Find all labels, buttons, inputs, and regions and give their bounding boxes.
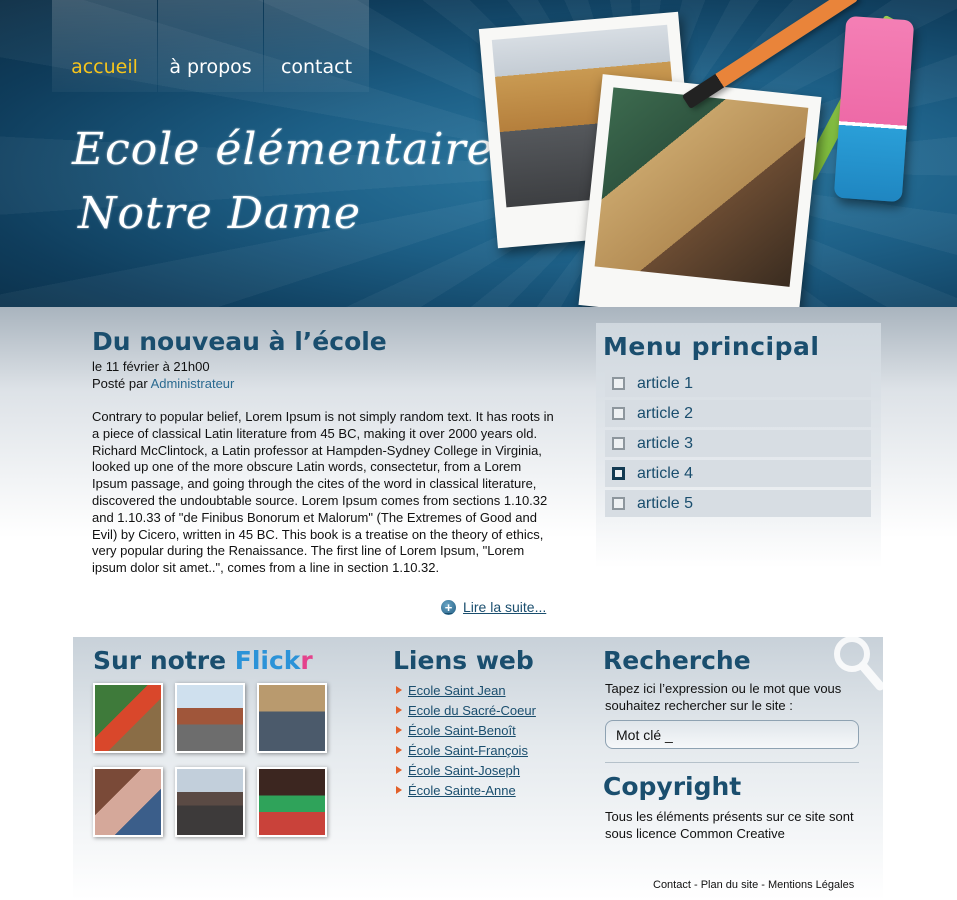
search-description: Tapez ici l’expression ou le mot que vou… — [605, 681, 842, 713]
main-nav: accueil à propos contact — [52, 0, 370, 92]
header: accueil à propos contact Ecole élémentai… — [0, 0, 957, 307]
flickr-thumbnail[interactable] — [257, 683, 327, 753]
menu-item-article-3[interactable]: article 3 — [605, 430, 871, 457]
list-item: Ecole Saint Jean — [396, 680, 536, 700]
site-title-line2: Notre Dame — [78, 188, 362, 239]
list-item: École Saint-Joseph — [396, 760, 536, 780]
checkbox-icon — [612, 467, 625, 480]
link-ecole-sainte-anne[interactable]: École Sainte-Anne — [408, 783, 516, 798]
search-title: Recherche — [603, 646, 751, 675]
footer-separator: - — [758, 879, 768, 891]
menu-item-label: article 4 — [637, 464, 694, 482]
flickr-title: Sur notre Flickr — [93, 646, 313, 675]
footer-separator: - — [690, 879, 701, 891]
checkbox-icon — [612, 437, 625, 450]
nav-item-accueil[interactable]: accueil — [52, 0, 157, 92]
copyright-text: Tous les éléments présents sur ce site s… — [605, 809, 854, 841]
menu-title: Menu principal — [603, 332, 820, 361]
menu-item-article-1[interactable]: article 1 — [605, 370, 871, 397]
arrow-icon — [396, 786, 402, 794]
flickr-title-prefix: Sur notre — [93, 646, 235, 675]
eraser-illustration — [833, 15, 915, 203]
site-title: Ecole élémentaire Notre Dame — [72, 118, 494, 246]
flickr-gallery — [93, 683, 327, 837]
site-title-line1: Ecole élémentaire — [72, 124, 494, 175]
list-item: Ecole du Sacré-Coeur — [396, 700, 536, 720]
article: Du nouveau à l’école le 11 février à 21h… — [92, 327, 557, 577]
link-ecole-saint-benoit[interactable]: École Saint-Benoît — [408, 723, 516, 738]
search-input[interactable] — [605, 720, 859, 749]
article-date: le 11 février à 21h00 — [92, 359, 210, 374]
flickr-thumbnail[interactable] — [93, 767, 163, 837]
footer-link-contact[interactable]: Contact — [653, 879, 691, 891]
list-item: École Sainte-Anne — [396, 780, 536, 800]
arrow-icon — [396, 726, 402, 734]
menu-item-article-5[interactable]: article 5 — [605, 490, 871, 517]
arrow-icon — [396, 686, 402, 694]
menu-item-label: article 2 — [637, 404, 694, 422]
footer-link-sitemap[interactable]: Plan du site — [701, 879, 758, 891]
article-author-link[interactable]: Administrateur — [151, 376, 235, 391]
flickr-thumbnail[interactable] — [175, 767, 245, 837]
article-title: Du nouveau à l’école — [92, 327, 387, 356]
list-item: École Saint-François — [396, 740, 536, 760]
checkbox-icon — [612, 407, 625, 420]
footer-links: Contact - Plan du site - Mentions Légale… — [653, 879, 854, 891]
plus-icon: + — [441, 599, 456, 615]
menu-item-article-2[interactable]: article 2 — [605, 400, 871, 427]
flickr-title-r: r — [300, 646, 313, 675]
liens-web-list: Ecole Saint Jean Ecole du Sacré-Coeur Éc… — [396, 680, 536, 800]
flickr-thumbnail[interactable] — [257, 767, 327, 837]
menu-item-label: article 3 — [637, 434, 694, 452]
checkbox-icon — [612, 377, 625, 390]
arrow-icon — [396, 746, 402, 754]
link-ecole-saint-francois[interactable]: École Saint-François — [408, 743, 528, 758]
copyright-title: Copyright — [603, 772, 742, 801]
article-byline: Posté par Administrateur — [92, 375, 557, 392]
menu-item-label: article 1 — [637, 374, 694, 392]
liens-web-title: Liens web — [393, 646, 534, 675]
menu-list: article 1 article 2 article 3 article 4 … — [605, 370, 871, 520]
photo-classroom — [578, 74, 822, 307]
footer-link-legal[interactable]: Mentions Légales — [768, 879, 854, 891]
flickr-thumbnail[interactable] — [93, 683, 163, 753]
list-item: École Saint-Benoît — [396, 720, 536, 740]
article-body: Contrary to popular belief, Lorem Ipsum … — [92, 409, 554, 576]
arrow-icon — [396, 766, 402, 774]
nav-item-contact[interactable]: contact — [264, 0, 369, 92]
nav-item-a-propos[interactable]: à propos — [158, 0, 263, 92]
menu-item-label: article 5 — [637, 494, 694, 512]
link-ecole-saint-jean[interactable]: Ecole Saint Jean — [408, 683, 506, 698]
divider — [605, 762, 859, 763]
checkbox-icon — [612, 497, 625, 510]
posted-by-label: Posté par — [92, 376, 148, 391]
flickr-title-flick: Flick — [234, 646, 301, 675]
read-more-label: Lire la suite... — [463, 599, 547, 615]
arrow-icon — [396, 706, 402, 714]
link-ecole-sacre-coeur[interactable]: Ecole du Sacré-Coeur — [408, 703, 536, 718]
read-more-link[interactable]: + Lire la suite... — [441, 599, 546, 615]
article-meta: le 11 février à 21h00 Posté par Administ… — [92, 358, 557, 392]
menu-item-article-4[interactable]: article 4 — [605, 460, 871, 487]
flickr-thumbnail[interactable] — [175, 683, 245, 753]
link-ecole-saint-joseph[interactable]: École Saint-Joseph — [408, 763, 520, 778]
